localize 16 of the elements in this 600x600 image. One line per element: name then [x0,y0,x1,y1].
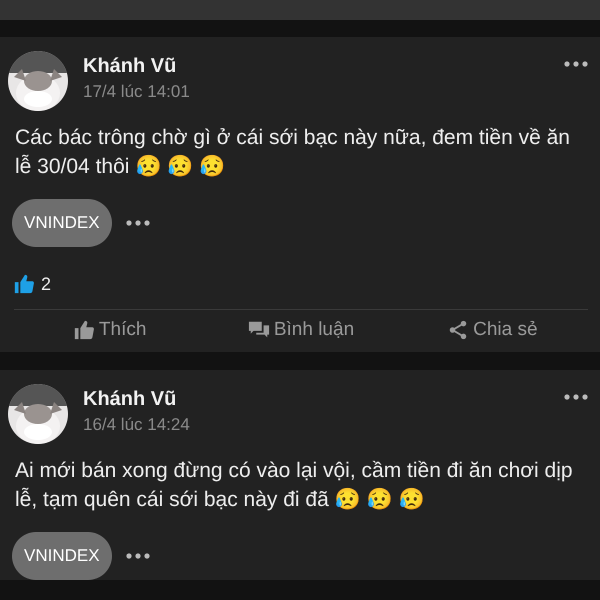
more-icon[interactable] [126,220,150,226]
author-name[interactable]: Khánh Vũ [83,386,549,412]
post-text: Các bác trông chờ gì ở cái sới bạc này nữa, đem tiền về ăn lễ 30/04 thôi 😥 😥 😥 [15,125,571,180]
post-text: Ai mới bán xong đừng có vào lại vội, cầm tiền đi ăn chơi dịp lễ, tạm quên cái sới bạc này đi đã 😥 😥 😥 [15,458,574,513]
like-icon [13,273,35,295]
author-name[interactable]: Khánh Vũ [83,53,549,79]
more-icon[interactable] [126,553,150,559]
share-button[interactable]: Chia sẻ [396,318,588,342]
post-time: 17/4 lúc 14:01 [83,82,191,102]
tag-chip[interactable]: VNINDEX [12,199,112,247]
like-count: 2 [41,274,52,294]
comment-button[interactable]: Bình luận [205,318,397,342]
post-time: 16/4 lúc 14:24 [83,415,191,435]
like-button[interactable]: Thích [14,318,206,342]
thumbs-up-icon [72,319,95,341]
tag-chip[interactable]: VNINDEX [12,532,112,580]
